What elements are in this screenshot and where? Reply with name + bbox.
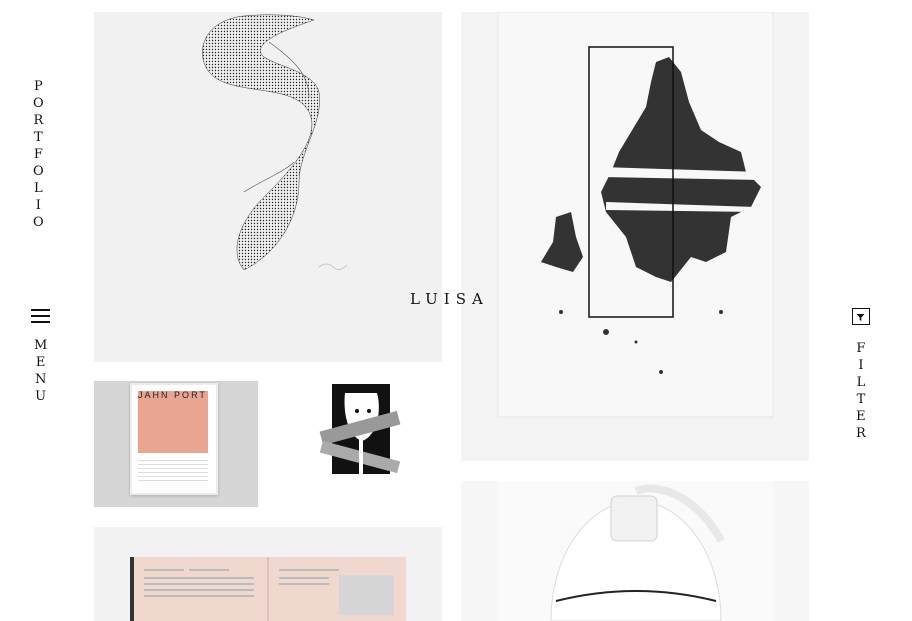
sculpture-drawing bbox=[202, 14, 348, 271]
menu-letter: E bbox=[35, 355, 46, 370]
portfolio-tile-poster[interactable]: JAHN PORT bbox=[94, 381, 258, 507]
portfolio-tile-ink-print[interactable] bbox=[461, 12, 809, 461]
ink-print-artwork bbox=[497, 12, 774, 418]
menu-vertical-label[interactable]: M E N U bbox=[34, 337, 47, 405]
portfolio-tile-portrait[interactable] bbox=[277, 381, 441, 507]
handwritten-signature bbox=[318, 263, 348, 270]
book-spread bbox=[130, 557, 406, 621]
poster-text: JAHN PORT bbox=[138, 390, 207, 400]
menu-letter: M bbox=[34, 338, 48, 353]
filter-letter: I bbox=[858, 358, 864, 373]
filter-letter: E bbox=[856, 409, 866, 424]
filter-letter: T bbox=[856, 392, 866, 407]
portfolio-tile-sculpture[interactable] bbox=[94, 12, 442, 362]
funnel-icon bbox=[856, 314, 865, 321]
menu-letter: N bbox=[34, 372, 47, 387]
portrait-illustration bbox=[319, 384, 401, 474]
portfolio-tile-product[interactable] bbox=[461, 481, 809, 621]
filter-letter: L bbox=[856, 375, 866, 390]
portfolio-letter: P bbox=[33, 79, 43, 94]
filter-icon[interactable] bbox=[852, 308, 870, 325]
portfolio-letter: T bbox=[34, 130, 43, 145]
filter-letter: F bbox=[856, 341, 866, 356]
portfolio-letter: L bbox=[34, 181, 43, 196]
portfolio-letter: O bbox=[33, 215, 44, 230]
portfolio-letter: R bbox=[33, 113, 44, 128]
hamburger-menu-icon[interactable] bbox=[31, 309, 51, 323]
portfolio-tile-book[interactable] bbox=[94, 527, 442, 621]
portfolio-vertical-label[interactable]: P O R T F O L I O bbox=[33, 78, 44, 231]
hamburger-line bbox=[31, 315, 50, 317]
poster-lines bbox=[138, 457, 208, 483]
poster-frame: JAHN PORT bbox=[130, 383, 218, 495]
portfolio-letter: I bbox=[35, 198, 41, 213]
filter-letter: R bbox=[856, 426, 866, 441]
site-logo[interactable]: LUISA bbox=[410, 290, 489, 308]
portfolio-letter: F bbox=[33, 147, 43, 162]
filter-vertical-label[interactable]: F I L T E R bbox=[856, 340, 866, 442]
poster-image bbox=[138, 391, 208, 453]
hamburger-line bbox=[31, 321, 50, 323]
portfolio-letter: O bbox=[33, 164, 44, 179]
menu-letter: U bbox=[35, 389, 47, 404]
product-photo bbox=[498, 481, 773, 621]
hamburger-line bbox=[31, 309, 50, 311]
portfolio-letter: O bbox=[33, 96, 44, 111]
